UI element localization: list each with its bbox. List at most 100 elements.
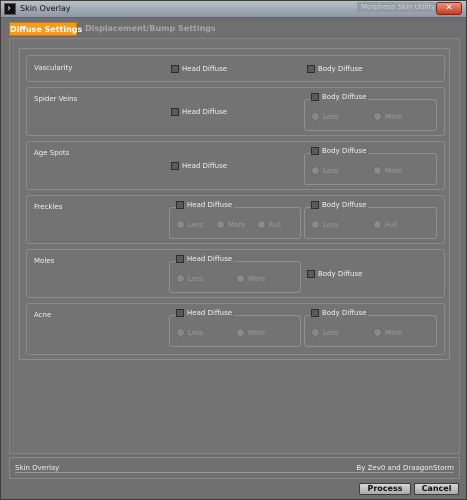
checkbox-box[interactable]: [307, 65, 315, 73]
row-acne: Acne Head Diffuse Less More Body Diffuse…: [26, 303, 445, 355]
body-diffuse-checkbox[interactable]: Body Diffuse: [311, 93, 369, 101]
checkbox-label: Head Diffuse: [182, 65, 228, 73]
row-label: Acne: [34, 311, 52, 319]
checkbox-label: Head Diffuse: [182, 108, 228, 116]
cancel-button[interactable]: Cancel: [414, 483, 459, 495]
checkbox-box[interactable]: [171, 65, 179, 73]
checkbox-box[interactable]: [176, 201, 184, 209]
radio-label: Less: [188, 328, 204, 337]
tab-displacement-bump-settings[interactable]: Displacement/Bump Settings: [85, 22, 216, 36]
body-diffuse-group: Body Diffuse Less More: [304, 93, 437, 131]
row-label: Freckles: [34, 203, 63, 211]
radio-label: Less: [323, 328, 339, 337]
checkbox-label: Body Diffuse: [318, 270, 363, 278]
checkbox-label: Head Diffuse: [182, 162, 228, 170]
checkbox-box[interactable]: [307, 270, 315, 278]
row-vascularity: Vascularity Head Diffuse Body Diffuse: [26, 55, 445, 82]
less-radio[interactable]: Less: [176, 220, 203, 229]
body-diffuse-checkbox[interactable]: Body Diffuse: [311, 201, 369, 209]
head-diffuse-group: Head Diffuse Less More Full: [169, 201, 301, 239]
body-diffuse-group: Body Diffuse Less Full: [304, 201, 437, 239]
body-diffuse-checkbox[interactable]: Body Diffuse: [307, 270, 362, 278]
radio-dot[interactable]: [311, 328, 320, 337]
full-radio[interactable]: Full: [373, 220, 397, 229]
title-bar[interactable]: › Skin Overlay Morpheus Skin Utility ✕: [1, 1, 466, 18]
radio-dot[interactable]: [311, 112, 320, 121]
radio-label: Less: [323, 112, 339, 121]
head-diffuse-checkbox[interactable]: Head Diffuse: [171, 162, 227, 170]
footer-credits: By Zev0 and DraagonStorm: [356, 464, 454, 472]
more-radio[interactable]: More: [216, 220, 245, 229]
row-label: Moles: [34, 257, 55, 265]
radio-dot[interactable]: [373, 328, 382, 337]
less-radio[interactable]: Less: [311, 166, 338, 175]
body-diffuse-group: Body Diffuse Less More: [304, 147, 437, 185]
checkbox-box[interactable]: [171, 108, 179, 116]
footer-divider: [15, 472, 454, 473]
checkbox-box[interactable]: [311, 201, 319, 209]
more-radio[interactable]: More: [373, 112, 402, 121]
checkbox-label: Body Diffuse: [322, 201, 367, 209]
body-diffuse-checkbox[interactable]: Body Diffuse: [311, 147, 369, 155]
body-diffuse-checkbox[interactable]: Body Diffuse: [311, 309, 369, 317]
checkbox-label: Body Diffuse: [322, 147, 367, 155]
checkbox-box[interactable]: [171, 162, 179, 170]
checkbox-label: Head Diffuse: [187, 255, 233, 263]
less-radio[interactable]: Less: [176, 328, 203, 337]
footer-app-name: Skin Overlay: [15, 464, 60, 472]
less-radio[interactable]: Less: [311, 220, 338, 229]
app-icon: ›: [4, 3, 16, 15]
radio-dot[interactable]: [176, 274, 185, 283]
head-diffuse-checkbox[interactable]: Head Diffuse: [176, 255, 235, 263]
checkbox-box[interactable]: [176, 309, 184, 317]
head-diffuse-checkbox[interactable]: Head Diffuse: [171, 108, 227, 116]
head-diffuse-checkbox[interactable]: Head Diffuse: [176, 309, 235, 317]
less-radio[interactable]: Less: [311, 112, 338, 121]
radio-dot[interactable]: [176, 328, 185, 337]
radio-dot[interactable]: [236, 328, 245, 337]
radio-label: Less: [323, 220, 339, 229]
window-title: Skin Overlay: [20, 4, 71, 13]
row-spider-veins: Spider Veins Head Diffuse Body Diffuse L…: [26, 87, 445, 136]
radio-label: More: [248, 274, 266, 283]
close-button[interactable]: ✕: [436, 2, 462, 15]
radio-dot[interactable]: [176, 220, 185, 229]
tab-diffuse-settings[interactable]: Diffuse Settings: [9, 22, 82, 36]
body-diffuse-group: Body Diffuse Less More: [304, 309, 437, 347]
background-window-tab: Morpheus Skin Utility: [357, 2, 440, 12]
radio-dot[interactable]: [257, 220, 266, 229]
status-footer: Skin Overlay By Zev0 and DraagonStorm: [9, 457, 460, 479]
head-diffuse-checkbox[interactable]: Head Diffuse: [176, 201, 235, 209]
more-radio[interactable]: More: [373, 166, 402, 175]
checkbox-box[interactable]: [311, 147, 319, 155]
radio-dot[interactable]: [373, 112, 382, 121]
more-radio[interactable]: More: [236, 328, 265, 337]
checkbox-box[interactable]: [311, 93, 319, 101]
row-moles: Moles Head Diffuse Less More Body Diffus…: [26, 249, 445, 298]
more-radio[interactable]: More: [373, 328, 402, 337]
radio-label: Less: [188, 274, 204, 283]
head-diffuse-group: Head Diffuse Less More: [169, 309, 301, 347]
less-radio[interactable]: Less: [311, 328, 338, 337]
row-label: Age Spots: [34, 149, 70, 157]
head-diffuse-group: Head Diffuse Less More: [169, 255, 301, 293]
checkbox-box[interactable]: [176, 255, 184, 263]
radio-label: Less: [188, 220, 204, 229]
radio-dot[interactable]: [311, 220, 320, 229]
row-label: Spider Veins: [34, 95, 78, 103]
radio-dot[interactable]: [236, 274, 245, 283]
full-radio[interactable]: Full: [257, 220, 281, 229]
head-diffuse-checkbox[interactable]: Head Diffuse: [171, 65, 227, 73]
checkbox-label: Head Diffuse: [187, 201, 233, 209]
less-radio[interactable]: Less: [176, 274, 203, 283]
dialog-window: › Skin Overlay Morpheus Skin Utility ✕ D…: [0, 0, 467, 500]
more-radio[interactable]: More: [236, 274, 265, 283]
process-button[interactable]: Process: [359, 483, 411, 495]
radio-label: More: [385, 328, 403, 337]
radio-dot[interactable]: [311, 166, 320, 175]
radio-dot[interactable]: [373, 166, 382, 175]
radio-dot[interactable]: [373, 220, 382, 229]
radio-dot[interactable]: [216, 220, 225, 229]
checkbox-box[interactable]: [311, 309, 319, 317]
body-diffuse-checkbox[interactable]: Body Diffuse: [307, 65, 362, 73]
